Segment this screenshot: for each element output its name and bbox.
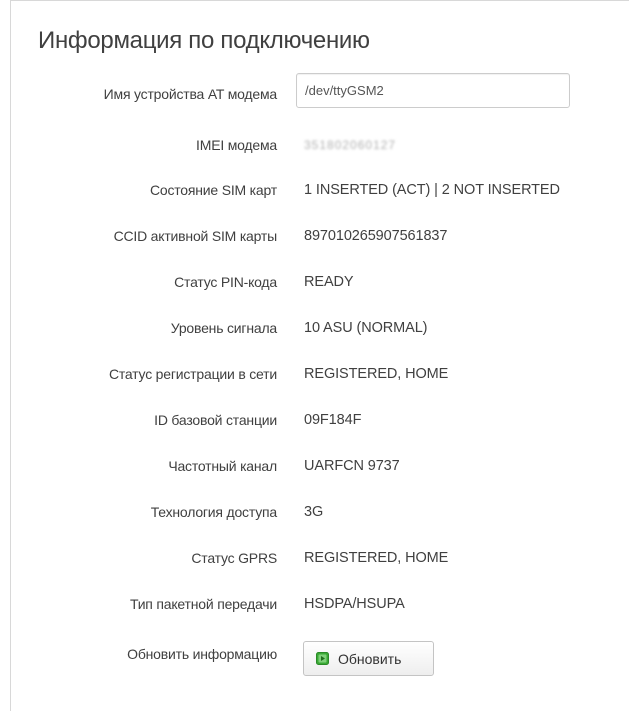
- info-value-cell-id: 09F184F: [304, 412, 362, 428]
- info-label-gprs: Статус GPRS: [191, 550, 277, 566]
- info-row-gprs: Статус GPRS REGISTERED, HOME: [0, 543, 629, 573]
- info-label-channel: Частотный канал: [168, 458, 277, 474]
- refresh-row: Обновить информацию Обновить: [0, 641, 629, 677]
- refresh-label: Обновить информацию: [127, 646, 277, 662]
- info-row-imei: IMEI модема 351802060127: [0, 130, 629, 160]
- section-title: Информация по подключению: [38, 27, 370, 54]
- info-label-pin-status: Статус PIN-кода: [174, 274, 277, 290]
- info-label-signal: Уровень сигнала: [170, 320, 277, 336]
- refresh-icon: [316, 652, 329, 665]
- info-label-packet-type: Тип пакетной передачи: [129, 596, 277, 612]
- info-row-access-tech: Технология доступа 3G: [0, 497, 629, 527]
- info-row-signal: Уровень сигнала 10 ASU (NORMAL): [0, 313, 629, 343]
- info-value-gprs: REGISTERED, HOME: [304, 550, 449, 566]
- info-row-ccid: CCID активной SIM карты 8970102659075618…: [0, 221, 629, 251]
- info-row-registration: Статус регистрации в сети REGISTERED, HO…: [0, 359, 629, 389]
- info-row-pin-status: Статус PIN-кода READY: [0, 267, 629, 297]
- info-label-access-tech: Технология доступа: [150, 504, 277, 520]
- device-name-label: Имя устройства AT модема: [103, 86, 278, 102]
- refresh-button[interactable]: Обновить: [303, 641, 434, 676]
- info-label-registration: Статус регистрации в сети: [108, 366, 277, 382]
- info-row-packet-type: Тип пакетной передачи HSDPA/HSUPA: [0, 589, 629, 619]
- info-value-channel: UARFCN 9737: [304, 458, 400, 474]
- info-value-sim-state: 1 INSERTED (ACT) | 2 NOT INSERTED: [304, 182, 560, 198]
- info-value-pin-status: READY: [304, 274, 354, 290]
- info-row-cell-id: ID базовой станции 09F184F: [0, 405, 629, 435]
- device-name-row: Имя устройства AT модема: [0, 71, 629, 111]
- info-row-channel: Частотный канал UARFCN 9737: [0, 451, 629, 481]
- info-value-signal: 10 ASU (NORMAL): [304, 320, 428, 336]
- info-value-ccid: 897010265907561837: [304, 228, 448, 244]
- info-label-ccid: CCID активной SIM карты: [113, 228, 278, 244]
- info-value-access-tech: 3G: [304, 504, 324, 520]
- device-name-input[interactable]: [296, 73, 570, 108]
- refresh-button-label: Обновить: [338, 650, 402, 667]
- info-value-packet-type: HSDPA/HSUPA: [304, 596, 405, 612]
- info-label-sim-state: Состояние SIM карт: [149, 182, 277, 198]
- info-label-cell-id: ID базовой станции: [154, 412, 277, 428]
- info-value-registration: REGISTERED, HOME: [304, 366, 449, 382]
- info-row-sim-state: Состояние SIM карт 1 INSERTED (ACT) | 2 …: [0, 175, 629, 205]
- info-label-imei: IMEI модема: [196, 137, 277, 153]
- info-value-imei: 351802060127: [304, 138, 397, 152]
